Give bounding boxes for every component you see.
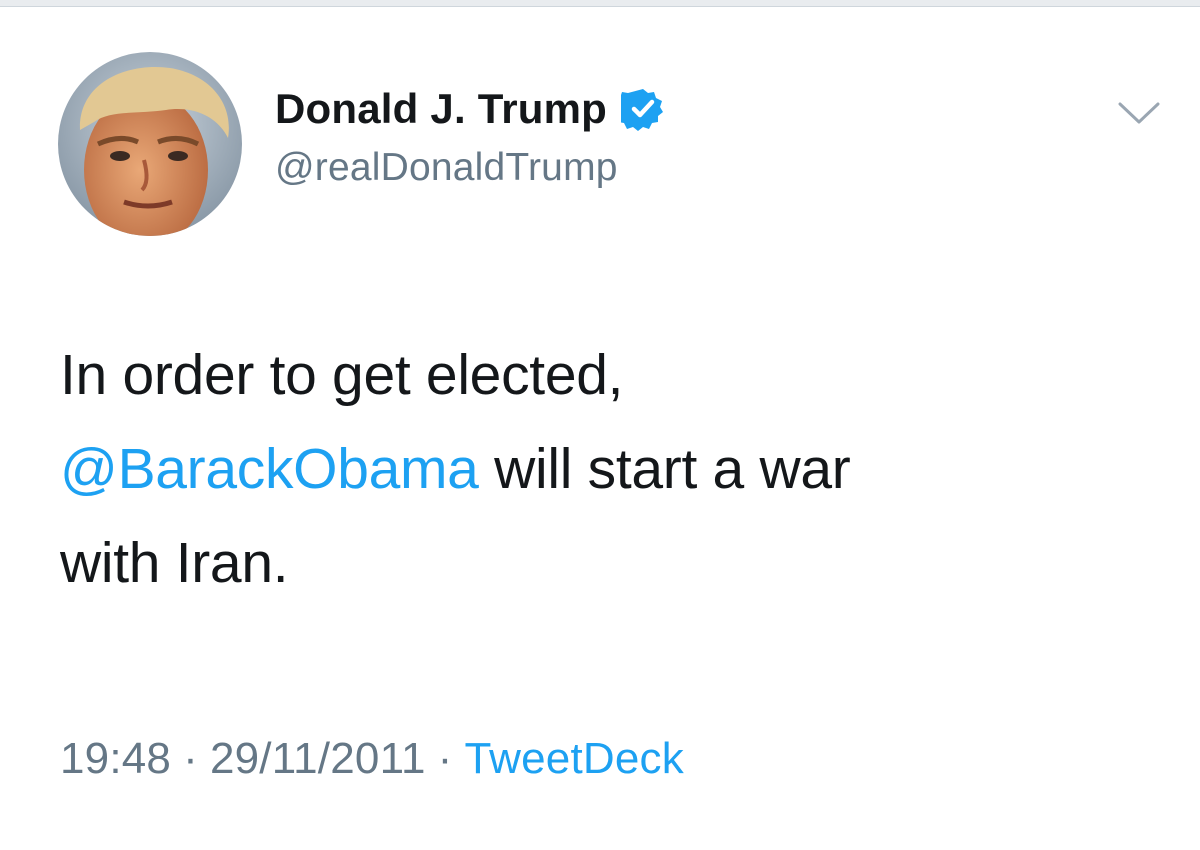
meta-separator: · <box>183 734 198 783</box>
tweet-text-line-2: @BarackObama will start a war <box>60 422 1140 516</box>
tweet-text-line-1: In order to get elected, <box>60 343 624 407</box>
avatar[interactable] <box>58 52 242 236</box>
author-handle[interactable]: @realDonaldTrump <box>275 146 665 190</box>
author-block: Donald J. Trump @realDonaldTrump <box>275 80 665 190</box>
avatar-image <box>58 52 242 236</box>
top-divider <box>0 0 1200 7</box>
meta-separator: · <box>437 734 453 783</box>
tweet-text: In order to get elected, @BarackObama wi… <box>60 328 1140 610</box>
tweet-card: Donald J. Trump @realDonaldTrump In orde… <box>0 0 1200 850</box>
tweet-text-line-2-rest: will start a war <box>478 437 851 501</box>
tweet-date[interactable]: 29/11/2011 <box>210 734 426 783</box>
name-row: Donald J. Trump <box>275 80 665 138</box>
tweet-metadata: 19:48 · 29/11/2011 · TweetDeck <box>60 734 684 784</box>
mention-link[interactable]: @BarackObama <box>60 437 479 501</box>
tweet-text-line-3: with Iran. <box>60 531 289 595</box>
author-display-name[interactable]: Donald J. Trump <box>275 85 607 133</box>
verified-badge-icon <box>613 87 665 131</box>
chevron-down-icon[interactable] <box>1114 96 1164 130</box>
tweet-time[interactable]: 19:48 <box>60 734 171 783</box>
tweet-source-link[interactable]: TweetDeck <box>465 734 684 783</box>
